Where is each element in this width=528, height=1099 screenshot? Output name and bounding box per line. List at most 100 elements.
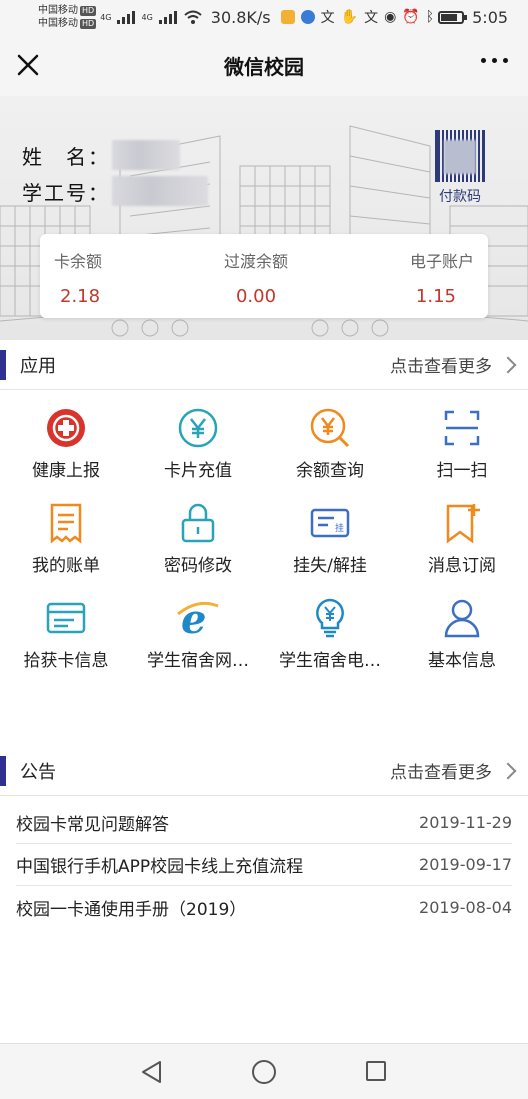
page-title: 微信校园 xyxy=(224,54,304,79)
redacted-student-id xyxy=(112,176,208,206)
notice-section-title: 公告 xyxy=(20,761,56,783)
section-accent-bar xyxy=(0,349,6,380)
browser-notification-icon xyxy=(300,10,315,24)
section-accent-bar xyxy=(0,755,6,786)
app-report-loss[interactable]: 挂 挂失/解挂 xyxy=(264,485,396,580)
app-grid: 健康上报 卡片充值 余额查询 扫一扫 我的账单 密码修改 挂 挂失/解挂 消息订… xyxy=(0,390,528,675)
lock-icon xyxy=(181,503,215,543)
app-label: 密码修改 xyxy=(164,556,232,576)
user-icon xyxy=(444,599,480,638)
app-label: 余额查询 xyxy=(296,461,364,481)
student-id-label: 学工号： xyxy=(22,180,110,205)
app-label: 学生宿舍电… xyxy=(279,651,381,671)
svg-text:挂: 挂 xyxy=(335,522,344,534)
redacted-name xyxy=(112,140,180,170)
lightbulb-yuan-icon xyxy=(316,598,344,638)
app-notification-icon xyxy=(280,10,295,24)
app-label: 我的账单 xyxy=(32,556,100,576)
card-balance[interactable]: 卡余额 2.18 xyxy=(54,234,102,318)
apps-section-header: 应用 点击查看更多 xyxy=(0,340,528,390)
pay-code-icon xyxy=(435,130,485,182)
glove-icon: ✋ xyxy=(340,9,359,25)
app-password-change[interactable]: 密码修改 xyxy=(132,485,264,580)
clock: 5:05 xyxy=(472,7,509,27)
balance-label: 过渡余额 xyxy=(223,252,288,271)
apps-more-label: 点击查看更多 xyxy=(390,357,492,377)
apps-more-link[interactable]: 点击查看更多 xyxy=(390,352,517,377)
translate-icon-2: 文 xyxy=(364,10,379,26)
name-row: 姓 名： xyxy=(22,140,180,170)
notice-date: 2019-11-29 xyxy=(419,813,512,832)
notice-item[interactable]: 校园一卡通使用手册（2019） 2019-08-04 xyxy=(16,886,512,928)
app-balance-query[interactable]: 余额查询 xyxy=(264,390,396,485)
app-label: 挂失/解挂 xyxy=(293,556,367,576)
hd-badge-2: HD xyxy=(80,18,97,29)
scan-icon xyxy=(444,410,480,446)
notice-item[interactable]: 校园卡常见问题解答 2019-11-29 xyxy=(16,802,512,844)
student-id-row: 学工号： xyxy=(22,176,208,206)
home-circle-icon[interactable] xyxy=(252,1060,276,1084)
bill-icon xyxy=(50,503,82,544)
app-scan[interactable]: 扫一扫 xyxy=(396,390,528,485)
notice-item[interactable]: 中国银行手机APP校园卡线上充值流程 2019-09-17 xyxy=(16,844,512,886)
app-my-bill[interactable]: 我的账单 xyxy=(0,485,132,580)
carrier-info: 中国移动 HD 中国移动 HD xyxy=(38,4,97,30)
title-bar: 微信校园 xyxy=(0,34,528,96)
app-dorm-network[interactable]: e 学生宿舍网… xyxy=(132,580,264,675)
notice-more-label: 点击查看更多 xyxy=(390,763,492,783)
yuan-search-icon xyxy=(310,408,350,448)
e-account-balance[interactable]: 电子账户 1.15 xyxy=(410,234,474,318)
alarm-icon: ⏰ xyxy=(402,9,420,25)
found-card-icon xyxy=(46,602,86,634)
app-label: 基本信息 xyxy=(428,651,496,671)
app-label: 扫一扫 xyxy=(436,461,488,481)
wifi-icon xyxy=(184,10,202,24)
carrier-name-2: 中国移动 xyxy=(38,18,78,29)
app-card-recharge[interactable]: 卡片充值 xyxy=(132,390,264,485)
health-cross-icon xyxy=(47,409,85,447)
card-report-icon: 挂 xyxy=(310,508,350,538)
hd-badge-1: HD xyxy=(80,5,97,16)
carrier-name-1: 中国移动 xyxy=(38,5,78,16)
network-speed: 30.8K/s xyxy=(210,7,271,27)
notice-date: 2019-09-17 xyxy=(419,855,512,874)
balance-value: 2.18 xyxy=(60,286,101,307)
app-label: 消息订阅 xyxy=(428,556,496,576)
yuan-circle-icon xyxy=(178,408,218,448)
transition-balance[interactable]: 过渡余额 0.00 xyxy=(224,234,288,318)
profile-header: 姓 名： 学工号： 付款码 卡余额 2.18 过渡余额 0.00 电子账户 1.… xyxy=(0,96,528,340)
signal-icon xyxy=(117,10,136,24)
notice-title: 校园一卡通使用手册（2019） xyxy=(16,899,247,920)
battery-icon xyxy=(438,10,468,24)
bookmark-plus-icon xyxy=(446,504,480,544)
chevron-right-icon xyxy=(499,762,517,779)
app-label: 拾获卡信息 xyxy=(23,651,109,671)
close-icon[interactable] xyxy=(14,51,42,79)
status-bar: 中国移动 HD 中国移动 HD 4G 4G 30.8K/s 文 ✋ 文 ◉ ⏰ ᛒ … xyxy=(0,0,528,34)
balance-card: 卡余额 2.18 过渡余额 0.00 电子账户 1.15 xyxy=(40,234,488,318)
ie-browser-icon: e xyxy=(177,596,219,640)
notice-more-link[interactable]: 点击查看更多 xyxy=(390,758,517,783)
back-triangle-icon[interactable] xyxy=(140,1060,164,1084)
system-nav-bar xyxy=(0,1043,528,1099)
balance-value: 1.15 xyxy=(415,286,456,307)
chevron-right-icon xyxy=(499,356,517,373)
app-label: 健康上报 xyxy=(32,461,100,481)
bluetooth-icon: ᛒ xyxy=(425,9,435,25)
recent-apps-square-icon[interactable] xyxy=(366,1061,386,1081)
name-label: 姓 名： xyxy=(22,144,110,169)
app-dorm-electricity[interactable]: 学生宿舍电… xyxy=(264,580,396,675)
pay-code-button[interactable]: 付款码 xyxy=(432,130,488,206)
app-found-card[interactable]: 拾获卡信息 xyxy=(0,580,132,675)
eye-icon: ◉ xyxy=(384,9,397,25)
notice-list: 校园卡常见问题解答 2019-11-29 中国银行手机APP校园卡线上充值流程 … xyxy=(0,802,528,928)
apps-section-title: 应用 xyxy=(20,355,56,377)
app-health-report[interactable]: 健康上报 xyxy=(0,390,132,485)
app-message-subscribe[interactable]: 消息订阅 xyxy=(396,485,528,580)
more-options-icon[interactable] xyxy=(481,58,508,63)
app-label: 卡片充值 xyxy=(164,461,232,481)
notice-section-header: 公告 点击查看更多 xyxy=(0,746,528,796)
app-basic-info[interactable]: 基本信息 xyxy=(396,580,528,675)
notice-date: 2019-08-04 xyxy=(419,897,512,917)
pay-code-label: 付款码 xyxy=(439,189,481,205)
